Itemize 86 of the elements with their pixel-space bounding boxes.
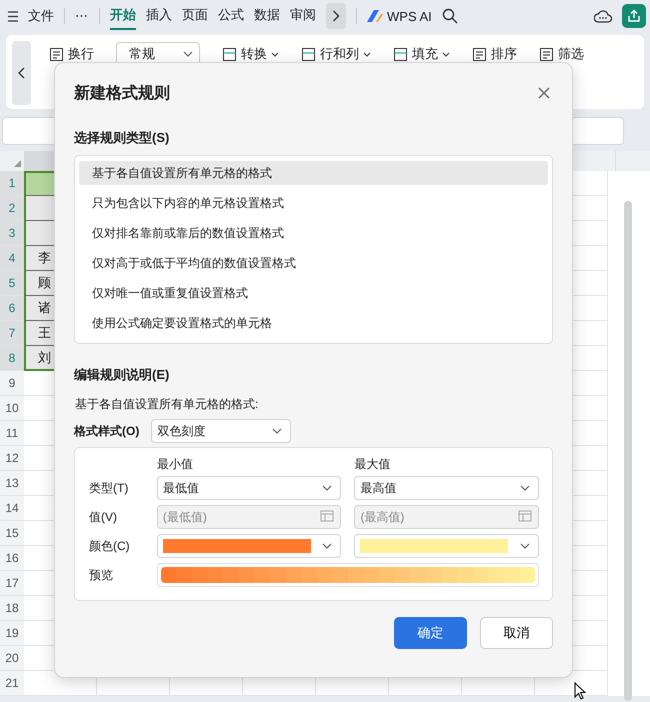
rule-type-item[interactable]: 仅对排名靠前或靠后的数值设置格式	[79, 221, 548, 245]
row-number[interactable]: 11	[0, 421, 24, 446]
document-icon	[472, 46, 487, 62]
row-number[interactable]: 9	[0, 371, 24, 396]
caret-icon	[322, 543, 332, 549]
caret-icon	[271, 52, 279, 56]
field-label: 预览	[88, 566, 114, 584]
rule-type-item[interactable]: 基于各自值设置所有单元格的格式	[79, 161, 548, 185]
caret-icon	[442, 52, 450, 56]
ribbon-tab[interactable]: 公式	[218, 2, 244, 30]
caret-icon	[322, 485, 332, 491]
wps-ai-button[interactable]: WPS AI	[387, 8, 432, 24]
vertical-scrollbar[interactable]	[624, 201, 632, 701]
column-heading: 最大值	[354, 456, 390, 470]
document-icon	[539, 46, 554, 62]
caret-icon	[520, 543, 530, 549]
table-icon	[393, 46, 408, 62]
row-number[interactable]: 1	[0, 171, 24, 196]
caret-icon	[520, 485, 530, 491]
row-number[interactable]: 15	[0, 521, 24, 546]
row-number[interactable]: 8	[0, 346, 24, 371]
share-button[interactable]	[622, 4, 646, 28]
row-number[interactable]: 14	[0, 496, 24, 521]
ribbon-menu-button[interactable]: 行和列	[301, 45, 371, 63]
row-number[interactable]: 19	[0, 621, 24, 646]
chevron-right-icon	[332, 10, 340, 22]
ribbon-button[interactable]: 筛选	[539, 45, 584, 63]
format-style-dropdown[interactable]: 双色刻度	[151, 419, 292, 443]
ai-logo-icon	[367, 10, 383, 22]
section-label: 选择规则类型(S)	[74, 129, 170, 147]
ribbon-menu-button[interactable]: 转换	[222, 45, 279, 63]
field-label: 类型(T)	[88, 480, 130, 496]
more-button[interactable]: ⋯	[75, 8, 89, 24]
row-number[interactable]: 16	[0, 546, 24, 571]
file-menu[interactable]: 文件	[28, 7, 54, 25]
row-number[interactable]: 13	[0, 471, 24, 496]
row-number[interactable]: 21	[0, 671, 24, 696]
document-icon	[49, 46, 64, 62]
row-number[interactable]: 10	[0, 396, 24, 421]
row-number[interactable]: 6	[0, 296, 24, 321]
close-icon[interactable]	[538, 87, 550, 99]
table-icon	[301, 46, 316, 62]
cancel-button[interactable]: 取消	[480, 617, 553, 649]
ribbon-tab[interactable]: 审阅	[290, 2, 316, 30]
row-number[interactable]: 2	[0, 196, 24, 221]
dialog-title: 新建格式规则	[74, 83, 170, 104]
color-dropdown[interactable]	[156, 534, 342, 558]
caret-icon	[272, 428, 282, 434]
row-number[interactable]: 3	[0, 221, 24, 246]
cloud-icon[interactable]	[594, 9, 612, 23]
upload-icon	[627, 9, 641, 23]
ribbon-button[interactable]: 排序	[472, 45, 517, 63]
format-style-label: 格式样式(O)	[74, 422, 140, 440]
ribbon-tab[interactable]: 数据	[254, 2, 280, 30]
field-label: 值(V)	[88, 508, 118, 526]
ribbon-tab[interactable]: 页面	[182, 2, 208, 30]
color-dropdown[interactable]	[354, 534, 539, 558]
chevron-left-icon	[18, 67, 25, 79]
row-number[interactable]: 18	[0, 596, 24, 621]
row-number[interactable]: 17	[0, 571, 24, 596]
row-number[interactable]: 4	[0, 246, 24, 271]
search-icon[interactable]	[442, 8, 458, 24]
column-heading: 最小值	[156, 456, 193, 470]
table-icon	[222, 46, 237, 62]
caret-icon	[183, 51, 193, 57]
field-label: 颜色(C)	[88, 538, 131, 554]
caret-icon	[363, 52, 371, 56]
ribbon-tab[interactable]: 插入	[146, 2, 172, 30]
row-number[interactable]: 20	[0, 646, 24, 671]
cell-picker-icon[interactable]	[518, 510, 532, 524]
row-number[interactable]: 7	[0, 321, 24, 346]
menu-icon[interactable]	[8, 10, 18, 22]
ok-button[interactable]: 确定	[394, 617, 467, 649]
ribbon-scroll-left-button[interactable]	[12, 41, 31, 105]
ribbon-menu-button[interactable]: 填充	[393, 45, 450, 63]
cell-picker-icon[interactable]	[320, 510, 334, 524]
rule-type-item[interactable]: 只为包含以下内容的单元格设置格式	[79, 191, 548, 215]
min-type-dropdown[interactable]: 最低值	[156, 476, 342, 500]
max-type-dropdown[interactable]: 最高值	[354, 476, 539, 500]
scroll-right-button[interactable]	[326, 3, 346, 29]
description-text: 基于各自值设置所有单元格的格式:	[74, 396, 260, 413]
row-number[interactable]: 12	[0, 446, 24, 471]
ribbon-tab[interactable]: 开始	[110, 2, 136, 30]
triangle-icon	[14, 160, 21, 167]
row-number[interactable]: 5	[0, 271, 24, 296]
ribbon-button[interactable]: 换行	[49, 45, 94, 63]
